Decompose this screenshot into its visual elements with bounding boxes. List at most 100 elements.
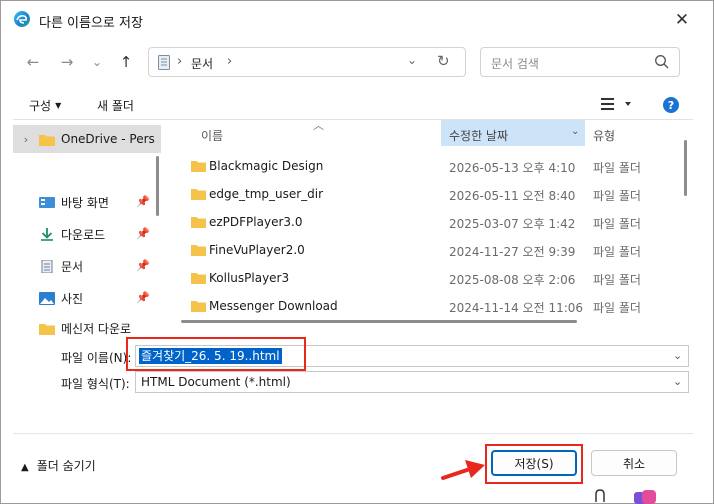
column-header-type[interactable]: 유형	[593, 127, 615, 144]
organize-button[interactable]: 구성 ▼	[29, 97, 61, 114]
file-type: 파일 폴더	[593, 273, 641, 287]
folder-icon	[39, 323, 55, 335]
address-bar[interactable]: › 문서 › ⌄ ↻	[148, 47, 466, 77]
download-icon	[41, 227, 53, 241]
file-list[interactable]: 이름 ︿ 수정한 날짜 ⌄ 유형 Blackmagic Design 2026-…	[171, 120, 693, 336]
breadcrumb-documents[interactable]: 문서	[191, 55, 213, 72]
file-name: FineVuPlayer2.0	[209, 243, 305, 257]
column-header-date[interactable]: 수정한 날짜 ⌄	[441, 120, 585, 146]
column-header-name[interactable]: 이름	[201, 127, 223, 144]
new-folder-button[interactable]: 새 폴더	[97, 97, 134, 114]
folder-icon	[191, 161, 206, 172]
command-bar: 구성 ▼ 새 폴더 ?	[1, 89, 713, 119]
breadcrumb-separator-icon[interactable]: ›	[227, 54, 232, 69]
documents-icon	[41, 259, 53, 273]
forward-button[interactable]: →	[55, 51, 79, 73]
file-row[interactable]: FineVuPlayer2.0 2024-11-27 오전 9:39 파일 폴더	[171, 236, 681, 264]
pin-icon: 📌	[136, 195, 150, 208]
annotation-highlight-save	[485, 444, 583, 484]
back-button[interactable]: ←	[21, 51, 45, 73]
help-button[interactable]: ?	[663, 97, 679, 113]
breadcrumb-separator-icon[interactable]: ›	[177, 54, 182, 69]
cancel-button[interactable]: 취소	[591, 450, 677, 476]
recent-locations-button[interactable]: ⌄	[85, 51, 109, 73]
arrow-left-icon: ←	[26, 53, 40, 71]
column-header-row: 이름 ︿ 수정한 날짜 ⌄ 유형	[171, 120, 679, 146]
file-date: 2026-05-11 오전 8:40	[449, 189, 576, 203]
file-row[interactable]: ezPDFPlayer3.0 2025-03-07 오후 1:42 파일 폴더	[171, 208, 681, 236]
file-row[interactable]: KollusPlayer3 2025-08-08 오후 2:06 파일 폴더	[171, 264, 681, 292]
chevron-right-icon[interactable]: ›	[13, 133, 39, 146]
pin-icon: 📌	[136, 227, 150, 240]
hide-folders-label: 폴더 숨기기	[36, 459, 96, 473]
file-date: 2024-11-27 오전 9:39	[449, 245, 576, 259]
close-button[interactable]: ✕	[663, 4, 701, 36]
file-name: edge_tmp_user_dir	[209, 187, 324, 201]
file-name: Blackmagic Design	[209, 159, 324, 173]
sidebar-item-messenger-downloads[interactable]: 메신저 다운로	[13, 314, 161, 336]
document-icon	[158, 55, 170, 70]
chevron-down-icon[interactable]: ⌄	[407, 53, 417, 67]
file-list-horizontal-scrollbar[interactable]	[181, 320, 577, 323]
close-icon: ✕	[674, 10, 690, 30]
view-options-button[interactable]	[601, 95, 637, 113]
file-date: 2024-11-14 오전 11:06	[449, 301, 584, 315]
file-row[interactable]: edge_tmp_user_dir 2026-05-11 오전 8:40 파일 …	[171, 180, 681, 208]
sidebar-scrollbar[interactable]	[156, 156, 159, 216]
file-type: 파일 폴더	[593, 245, 641, 259]
folder-icon	[191, 273, 206, 284]
chevron-down-icon[interactable]: ⌄	[673, 349, 682, 362]
file-date: 2025-08-08 오후 2:06	[449, 273, 576, 287]
sidebar-item-pictures[interactable]: 사진 📌	[13, 284, 161, 312]
up-button[interactable]: ↑	[114, 51, 138, 73]
navigation-pane[interactable]: › OneDrive - Pers 바탕 화면 📌 다운로드 📌 문서 �	[13, 120, 161, 336]
filetype-label: 파일 형식(T):	[61, 377, 130, 391]
browser-pane: › OneDrive - Pers 바탕 화면 📌 다운로드 📌 문서 �	[13, 119, 693, 336]
footer-divider	[13, 433, 693, 434]
folder-icon	[191, 245, 206, 256]
navigation-bar: ← → ⌄ ↑ › 문서 › ⌄ ↻ 문서 검색	[1, 39, 713, 85]
caret-up-icon: ▲	[21, 462, 29, 473]
chevron-down-icon[interactable]: ⌄	[673, 375, 682, 388]
sidebar-item-label: 메신저 다운로	[61, 321, 132, 336]
file-type: 파일 폴더	[593, 301, 641, 315]
help-icon: ?	[667, 98, 675, 112]
pin-icon: 📌	[136, 291, 150, 304]
file-name: ezPDFPlayer3.0	[209, 215, 303, 229]
folder-icon	[191, 301, 206, 312]
sidebar-item-label: 다운로드	[61, 227, 106, 242]
refresh-icon[interactable]: ↻	[437, 52, 450, 70]
search-icon	[655, 55, 669, 69]
file-row[interactable]: Messenger Download 2024-11-14 오전 11:06 파…	[171, 292, 681, 320]
title-bar: 다른 이름으로 저장 ✕	[1, 1, 713, 39]
filetype-select[interactable]: HTML Document (*.html) ⌄	[135, 371, 689, 393]
sidebar-item-label: 사진	[61, 291, 84, 306]
file-row[interactable]: Blackmagic Design 2026-05-13 오후 4:10 파일 …	[171, 152, 681, 180]
hide-folders-button[interactable]: ▲ 폴더 숨기기	[21, 457, 96, 474]
chevron-down-icon[interactable]: ⌄	[571, 126, 579, 137]
background-taskbar-icons	[595, 489, 656, 504]
sidebar-item-onedrive[interactable]: › OneDrive - Pers	[13, 125, 161, 153]
save-as-dialog: 다른 이름으로 저장 ✕ ← → ⌄ ↑ › 문서 › ⌄ ↻ 문서 검색 구성…	[0, 0, 714, 504]
sidebar-item-documents[interactable]: 문서 📌	[13, 252, 161, 280]
sort-ascending-icon: ︿	[313, 120, 324, 132]
caret-down-icon	[625, 102, 631, 106]
list-view-icon	[601, 98, 614, 110]
file-list-vertical-scrollbar[interactable]	[684, 140, 687, 196]
folder-icon	[191, 217, 206, 228]
sidebar-item-downloads[interactable]: 다운로드 📌	[13, 220, 161, 248]
file-type: 파일 폴더	[593, 217, 641, 231]
search-placeholder: 문서 검색	[491, 57, 539, 71]
annotation-arrow-icon	[441, 460, 485, 480]
column-header-date-label: 수정한 날짜	[449, 129, 509, 143]
sidebar-item-desktop[interactable]: 바탕 화면 📌	[13, 188, 161, 216]
organize-label: 구성	[29, 99, 52, 113]
arrow-up-icon: ↑	[119, 53, 133, 71]
sidebar-item-label: 바탕 화면	[61, 195, 109, 210]
file-type: 파일 폴더	[593, 161, 641, 175]
filename-label: 파일 이름(N):	[61, 351, 132, 365]
pin-icon: 📌	[136, 259, 150, 272]
desktop-icon	[39, 196, 55, 208]
dialog-title: 다른 이름으로 저장	[39, 16, 143, 31]
search-box[interactable]: 문서 검색	[480, 47, 680, 77]
